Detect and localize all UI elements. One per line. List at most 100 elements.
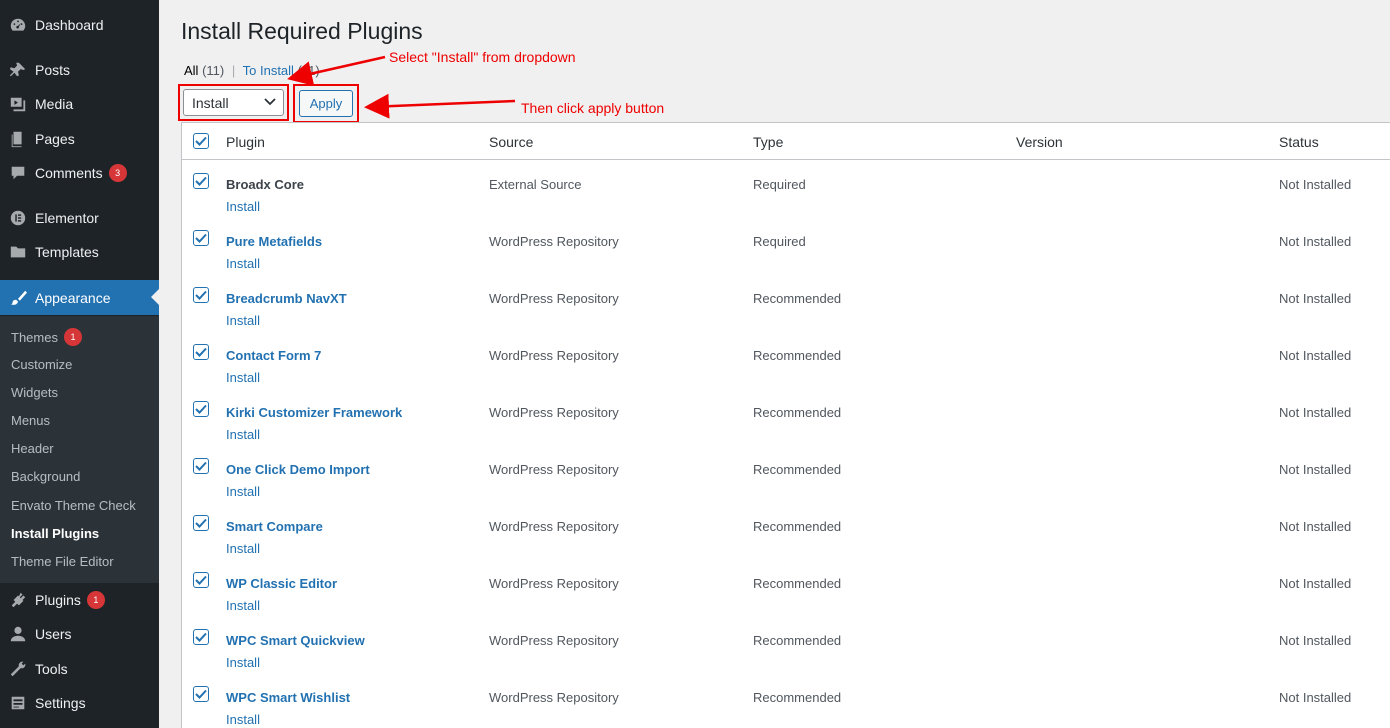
chevron-down-icon <box>263 94 277 111</box>
column-plugin[interactable]: Plugin <box>226 134 265 150</box>
filter-to-install[interactable]: To Install <box>243 63 294 78</box>
pages-icon <box>8 129 28 149</box>
plugin-type: Recommended <box>753 405 842 420</box>
menu-elementor[interactable]: Elementor <box>0 201 159 235</box>
menu-comments[interactable]: Comments 3 <box>0 156 159 190</box>
submenu-themes-label: Themes <box>11 329 58 345</box>
bulk-action-select[interactable]: Install <box>183 89 284 116</box>
filter-all[interactable]: All <box>184 63 198 78</box>
table-row: One Click Demo Import Install WordPress Re… <box>182 451 1390 508</box>
checkmark-icon <box>195 689 207 699</box>
row-checkbox[interactable] <box>193 287 209 303</box>
menu-appearance[interactable]: Appearance <box>0 280 159 315</box>
plugin-type: Recommended <box>753 576 842 591</box>
plugin-name[interactable]: Kirki Customizer Framework <box>226 405 402 420</box>
install-link[interactable]: Install <box>226 427 260 442</box>
submenu-envato-theme-check[interactable]: Envato Theme Check <box>11 498 136 513</box>
page-title: Install Required Plugins <box>181 18 423 44</box>
select-all-checkbox[interactable] <box>193 133 209 149</box>
menu-posts-label: Posts <box>35 62 71 78</box>
plugin-name[interactable]: WPC Smart Quickview <box>226 633 365 648</box>
install-link[interactable]: Install <box>226 598 260 613</box>
menu-settings-label: Settings <box>35 695 86 711</box>
checkmark-icon <box>195 233 207 243</box>
install-link[interactable]: Install <box>226 484 260 499</box>
install-link[interactable]: Install <box>226 655 260 670</box>
install-link[interactable]: Install <box>226 541 260 556</box>
appearance-submenu: Themes 1 Customize Widgets Menus Header … <box>0 316 159 583</box>
menu-tools[interactable]: Tools <box>0 652 159 686</box>
menu-posts[interactable]: Posts <box>0 53 159 87</box>
column-status[interactable]: Status <box>1279 134 1319 150</box>
table-row: Smart Compare Install WordPress Repository… <box>182 508 1390 565</box>
row-checkbox[interactable] <box>193 686 209 702</box>
row-checkbox[interactable] <box>193 401 209 417</box>
install-link[interactable]: Install <box>226 199 260 214</box>
plugin-type: Recommended <box>753 291 842 306</box>
plugin-name[interactable]: Broadx Core <box>226 177 304 192</box>
menu-appearance-label: Appearance <box>35 289 111 306</box>
submenu-widgets[interactable]: Widgets <box>11 385 58 400</box>
bulk-action-value: Install <box>192 94 229 111</box>
row-checkbox[interactable] <box>193 230 209 246</box>
submenu-background[interactable]: Background <box>11 469 80 484</box>
plugin-type: Recommended <box>753 633 842 648</box>
plugin-source: WordPress Repository <box>489 348 619 363</box>
menu-users[interactable]: Users <box>0 617 159 651</box>
submenu-header[interactable]: Header <box>11 441 54 456</box>
select-hint-annotation: Select "Install" from dropdown <box>389 49 576 65</box>
column-version[interactable]: Version <box>1016 134 1063 150</box>
plugin-name[interactable]: WPC Smart Wishlist <box>226 690 350 705</box>
row-checkbox[interactable] <box>193 515 209 531</box>
column-type[interactable]: Type <box>753 134 783 150</box>
dashboard-icon <box>8 15 28 35</box>
plugin-status: Not Installed <box>1279 690 1352 705</box>
row-checkbox[interactable] <box>193 344 209 360</box>
plugin-name[interactable]: Smart Compare <box>226 519 323 534</box>
plugin-name[interactable]: WP Classic Editor <box>226 576 337 591</box>
submenu-themes[interactable]: Themes 1 <box>11 328 82 346</box>
plugin-status: Not Installed <box>1279 633 1352 648</box>
settings-icon <box>8 693 28 713</box>
submenu-customize[interactable]: Customize <box>11 357 72 372</box>
install-link[interactable]: Install <box>226 370 260 385</box>
menu-dashboard[interactable]: Dashboard <box>0 8 159 42</box>
install-link[interactable]: Install <box>226 712 260 727</box>
comment-icon <box>8 163 28 183</box>
menu-media-label: Media <box>35 96 74 112</box>
column-source[interactable]: Source <box>489 134 533 150</box>
table-row: Kirki Customizer Framework Install WordPre… <box>182 394 1390 451</box>
plugin-source: WordPress Repository <box>489 690 619 705</box>
menu-elementor-label: Elementor <box>35 210 99 226</box>
row-checkbox[interactable] <box>193 629 209 645</box>
plugin-name[interactable]: One Click Demo Import <box>226 462 370 477</box>
plugin-status: Not Installed <box>1279 177 1352 192</box>
plugin-status: Not Installed <box>1279 348 1352 363</box>
row-checkbox[interactable] <box>193 458 209 474</box>
paintbrush-icon <box>8 288 28 308</box>
install-link[interactable]: Install <box>226 313 260 328</box>
install-link[interactable]: Install <box>226 256 260 271</box>
menu-media[interactable]: Media <box>0 87 159 121</box>
table-row: WP Classic Editor Install WordPress Reposi… <box>182 565 1390 622</box>
menu-pages[interactable]: Pages <box>0 122 159 156</box>
submenu-theme-file-editor[interactable]: Theme File Editor <box>11 554 114 569</box>
row-checkbox[interactable] <box>193 572 209 588</box>
submenu-menus[interactable]: Menus <box>11 413 50 428</box>
menu-plugins[interactable]: Plugins 1 <box>0 583 159 617</box>
plugin-name[interactable]: Pure Metafields <box>226 234 322 249</box>
row-checkbox[interactable] <box>193 173 209 189</box>
menu-templates[interactable]: Templates <box>0 235 159 269</box>
submenu-install-plugins[interactable]: Install Plugins <box>11 526 99 541</box>
plugin-type: Required <box>753 177 806 192</box>
plugin-name[interactable]: Contact Form 7 <box>226 348 321 363</box>
apply-button[interactable]: Apply <box>299 90 353 117</box>
plugin-source: WordPress Repository <box>489 291 619 306</box>
plugin-name[interactable]: Breadcrumb NavXT <box>226 291 347 306</box>
plugin-type: Recommended <box>753 462 842 477</box>
plugin-status: Not Installed <box>1279 405 1352 420</box>
checkmark-icon <box>195 404 207 414</box>
plugin-type: Recommended <box>753 690 842 705</box>
plugin-source: WordPress Repository <box>489 519 619 534</box>
menu-settings[interactable]: Settings <box>0 686 159 720</box>
